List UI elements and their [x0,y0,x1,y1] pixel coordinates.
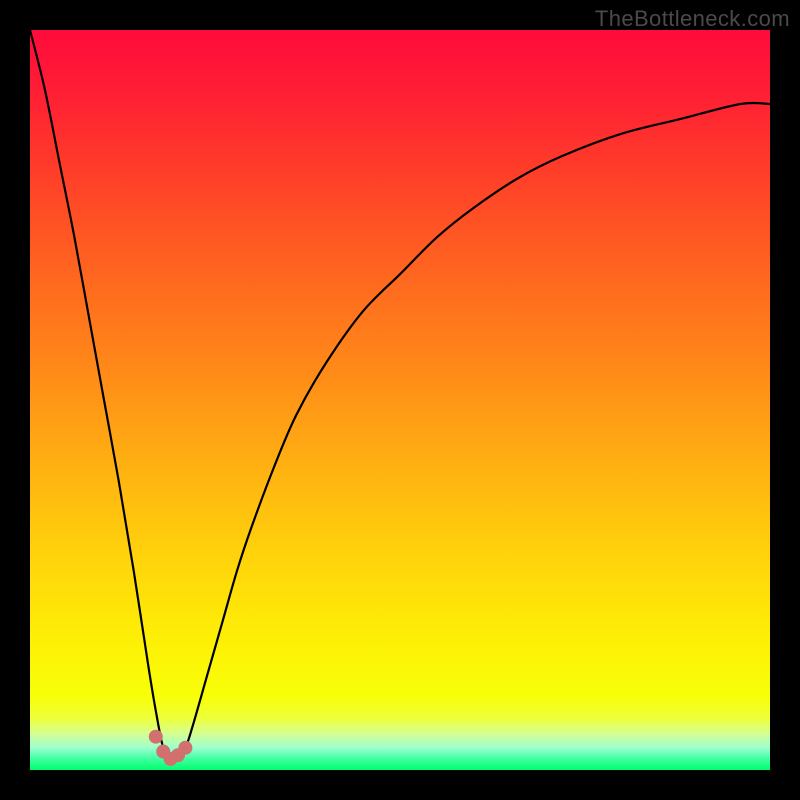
chart-frame: TheBottleneck.com [0,0,800,800]
plot-area [30,30,770,770]
bottleneck-curve-svg [30,30,770,770]
bottleneck-curve [30,30,770,759]
watermark-text: TheBottleneck.com [595,6,790,32]
bottleneck-markers [156,737,186,759]
